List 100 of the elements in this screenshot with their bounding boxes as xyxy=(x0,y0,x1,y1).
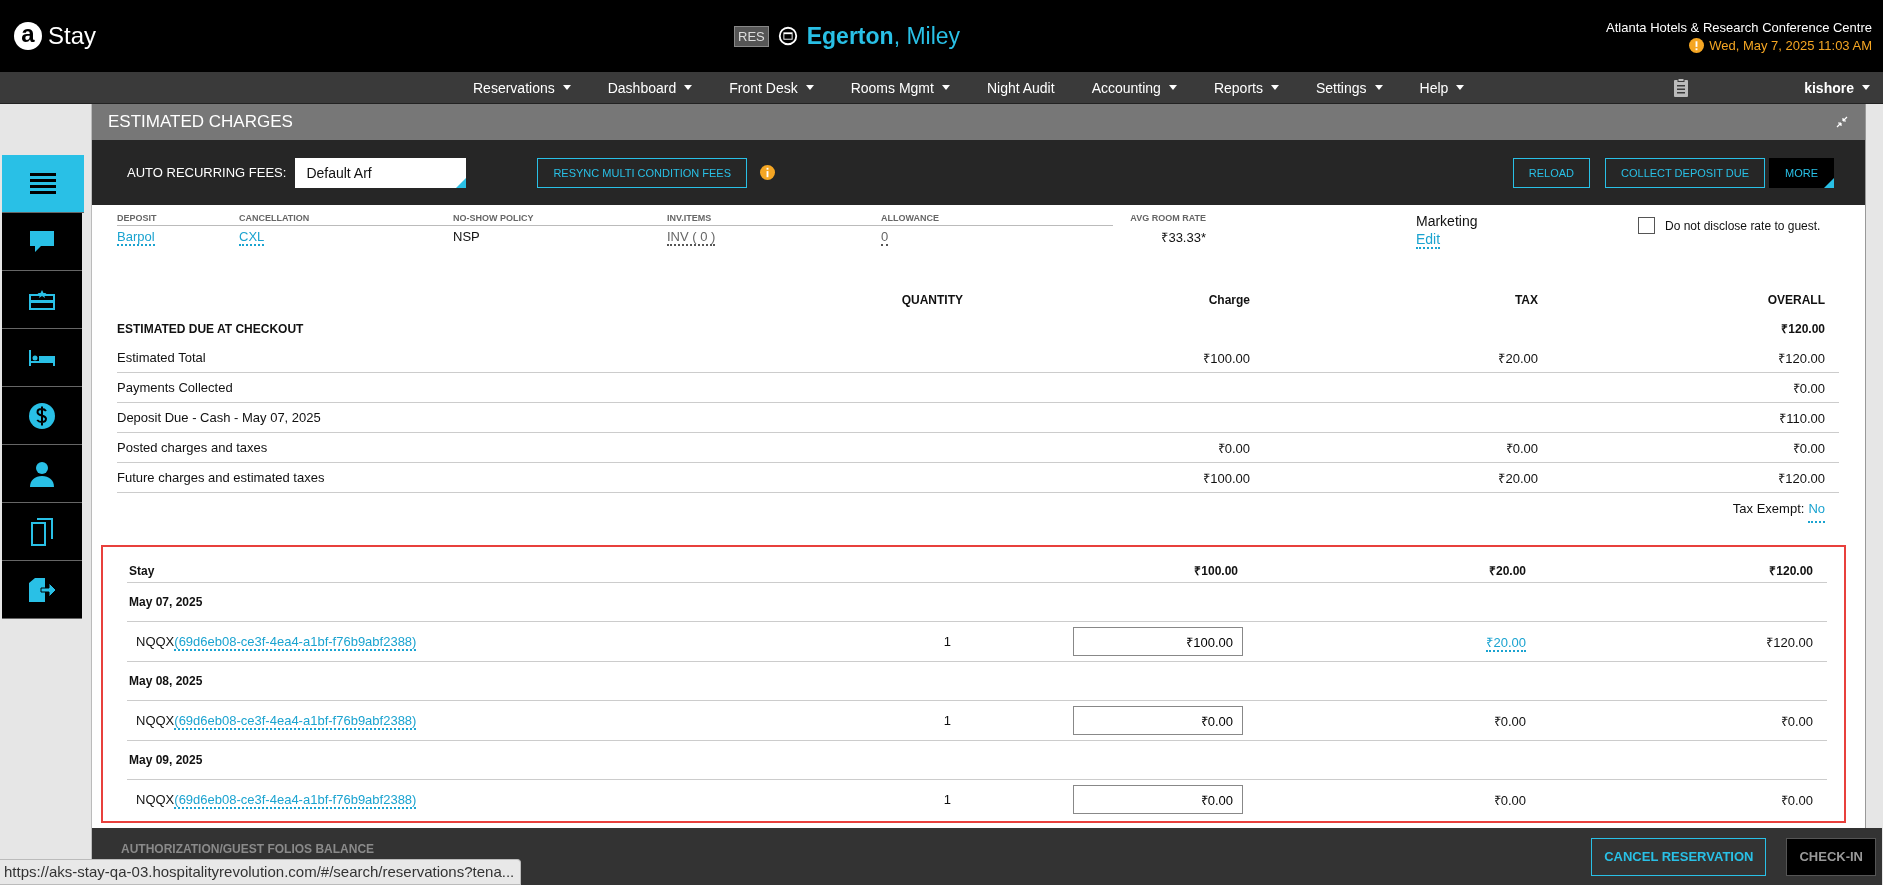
table-cell-text: ₹120.00 xyxy=(1768,563,1814,579)
table-cell: ₹20.00 xyxy=(1498,350,1538,366)
table-cell-text: Posted charges and taxes xyxy=(117,440,269,455)
caret-icon[interactable] xyxy=(1862,85,1870,90)
nav-menu-item[interactable]: Front Desk xyxy=(719,75,824,100)
export-icon xyxy=(27,576,57,603)
sidebar-button[interactable] xyxy=(2,445,82,503)
charge-input[interactable]: ₹0.00 xyxy=(1073,785,1243,814)
nav-menu-item[interactable]: Dashboard xyxy=(597,75,703,100)
table-cell: ₹120.00 xyxy=(1778,350,1825,366)
user-menu[interactable]: kishore xyxy=(1804,75,1870,100)
footer-button[interactable]: CANCEL RESERVATION xyxy=(1591,837,1767,876)
nav-menu-item[interactable]: Reports xyxy=(1203,75,1289,100)
charge-input[interactable]: ₹100.00 xyxy=(1073,627,1243,656)
documents-icon xyxy=(31,517,53,546)
calendar-sync-icon[interactable] xyxy=(776,25,799,47)
nav-menu-item[interactable]: Rooms Mgmt xyxy=(840,75,960,100)
table-cell-text: Payments Collected xyxy=(117,380,234,395)
date-time: Wed, May 7, 2025 11:03 AM xyxy=(1709,37,1872,53)
clipboard-icon[interactable] xyxy=(1673,77,1690,98)
resync-button[interactable]: RESYNC MULTI CONDITION FEES xyxy=(537,157,748,188)
person-icon xyxy=(29,460,55,487)
charge-input[interactable]: ₹0.00 xyxy=(1073,706,1243,735)
sidebar-button[interactable] xyxy=(2,271,82,329)
nav-menu-item[interactable]: Reservations xyxy=(463,75,581,100)
more-button[interactable]: MORE xyxy=(1769,157,1834,188)
policy-link[interactable]: 0 xyxy=(881,229,889,246)
table-cell: ₹100.00 xyxy=(1203,350,1250,366)
stay-title: Stay xyxy=(129,563,156,578)
column-header: OVERALL xyxy=(1766,292,1826,307)
caret-icon[interactable] xyxy=(805,85,814,90)
sidebar-button[interactable] xyxy=(2,213,82,271)
auto-recurring-fees-select[interactable]: Default Arf xyxy=(295,157,467,188)
chat-icon xyxy=(29,229,55,254)
policy-label: ALLOWANCE xyxy=(881,213,1113,226)
auto-recurring-fees-label: AUTO RECURRING FEES: xyxy=(127,165,287,180)
menu-icon xyxy=(30,172,56,195)
reservation-badge: RES xyxy=(734,25,769,47)
room-rate-value: ₹33.33* xyxy=(1161,229,1206,246)
caret-icon[interactable] xyxy=(562,85,571,90)
checkbox-label: Do not disclose rate to guest. xyxy=(1665,218,1821,233)
table-cell-text: Deposit Due - Cash - May 07, 2025 xyxy=(117,410,322,425)
quantity-cell-text: 1 xyxy=(942,713,952,728)
card-icon xyxy=(29,289,55,310)
column-header: TAX xyxy=(1513,292,1539,307)
sidebar-button[interactable] xyxy=(2,387,82,445)
nav-menu-item[interactable]: Help xyxy=(1409,75,1475,100)
policy-label: CANCELLATION xyxy=(239,213,453,226)
property-name: Atlanta Hotels & Research Conference Centre xyxy=(1606,19,1872,35)
policy-link[interactable]: INV ( 0 ) xyxy=(667,229,716,246)
logo-mark: a xyxy=(14,22,42,50)
date-label: May 09, 2025 xyxy=(129,753,204,767)
info-icon[interactable] xyxy=(760,165,776,180)
table-cell: ₹20.00 xyxy=(1498,470,1538,486)
table-cell-text: Estimated Total xyxy=(117,350,207,365)
table-cell: ₹110.00 xyxy=(1779,410,1825,426)
table-cell: ₹0.00 xyxy=(1505,440,1538,456)
marketing-label: Marketing xyxy=(1416,213,1478,229)
date-label: May 07, 2025 xyxy=(129,595,204,609)
caret-icon[interactable] xyxy=(1270,85,1279,90)
sidebar-button[interactable] xyxy=(2,329,82,387)
table-cell: ₹120.00 xyxy=(1778,470,1825,486)
rate-code: NQQX xyxy=(136,792,175,807)
tax-exempt-label: Tax Exempt: xyxy=(1732,501,1805,518)
table-cell: ₹0.00 xyxy=(1493,792,1526,808)
table-cell-text: ₹100.00 xyxy=(1193,563,1239,579)
app-name: Stay xyxy=(48,22,97,50)
table-cell: ₹0.00 xyxy=(1792,380,1825,396)
nav-menu-item[interactable]: Night Audit xyxy=(976,75,1065,100)
table-cell-text: ₹20.00 xyxy=(1487,563,1527,579)
sidebar-button[interactable] xyxy=(2,561,82,619)
column-header: QUANTITY xyxy=(900,292,964,307)
caret-icon[interactable] xyxy=(941,85,950,90)
table-cell-text: ₹120.00 xyxy=(1780,321,1826,337)
sidebar-button[interactable] xyxy=(2,155,84,213)
rate-code: NQQX xyxy=(136,634,175,649)
caret-icon[interactable] xyxy=(684,85,693,90)
quantity-cell-text: 1 xyxy=(942,634,952,649)
panel-title: ESTIMATED CHARGES xyxy=(108,112,293,132)
table-cell: ₹0.00 xyxy=(1792,440,1825,456)
table-cell: ₹0.00 xyxy=(1217,440,1250,456)
collapse-icon[interactable] xyxy=(1836,116,1848,128)
table-cell-text: ₹0.00 xyxy=(1779,791,1814,809)
caret-icon[interactable] xyxy=(1456,85,1465,90)
bed-icon xyxy=(29,349,55,366)
policy-label: NO-SHOW POLICY xyxy=(453,213,667,226)
nav-menu-item[interactable]: Accounting xyxy=(1081,75,1187,100)
alert-icon xyxy=(1689,37,1705,53)
nav-menu-item[interactable]: Settings xyxy=(1305,75,1393,100)
toolbar-button[interactable]: RELOAD xyxy=(1512,157,1591,188)
dollar-icon xyxy=(28,401,56,430)
caret-icon[interactable] xyxy=(1374,85,1383,90)
checkbox[interactable] xyxy=(1638,217,1655,234)
section-title: ESTIMATED DUE AT CHECKOUT xyxy=(117,321,305,336)
caret-icon[interactable] xyxy=(1168,85,1177,90)
policy-value: NSP xyxy=(453,229,480,244)
toolbar-button[interactable]: COLLECT DEPOSIT DUE xyxy=(1605,157,1765,188)
sidebar-button[interactable] xyxy=(2,503,82,561)
table-cell-text: Future charges and estimated taxes xyxy=(117,470,326,485)
quantity-cell-text: 1 xyxy=(942,792,952,807)
